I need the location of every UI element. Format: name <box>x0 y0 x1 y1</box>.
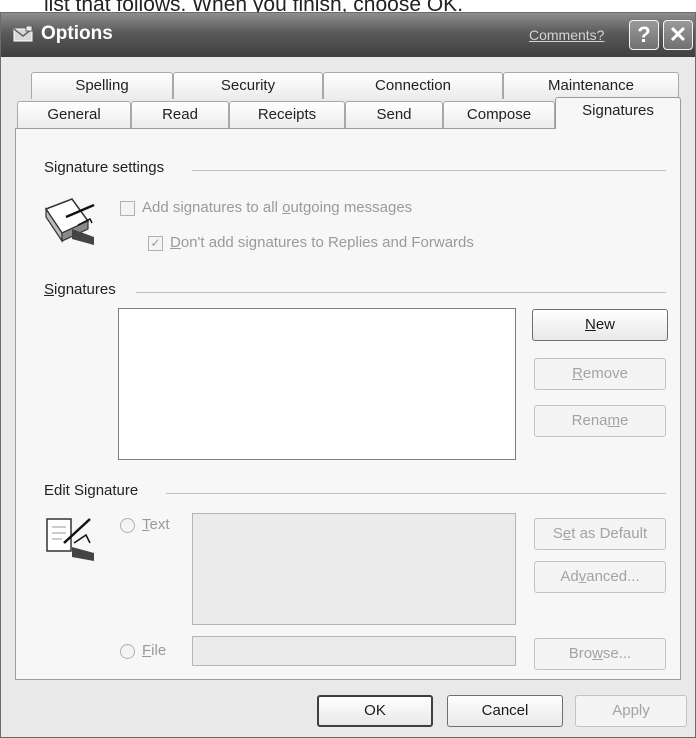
help-button[interactable]: ? <box>629 20 659 50</box>
label-part: ile <box>151 642 167 659</box>
accelerator-key: F <box>142 642 152 659</box>
button-label: Bro <box>568 645 593 662</box>
advanced-button[interactable]: Advanced... <box>534 561 666 593</box>
signatures-list[interactable] <box>118 308 516 460</box>
accelerator-key: T <box>142 516 150 533</box>
signatures-heading: Signatures <box>44 281 116 298</box>
tab-general[interactable]: General <box>17 101 131 128</box>
tab-label: Signatures <box>582 102 654 119</box>
ok-button[interactable]: OK <box>317 695 433 727</box>
set-as-default-button[interactable]: Set as Default <box>534 518 666 550</box>
tab-label: Read <box>162 106 198 123</box>
new-button[interactable]: New <box>532 309 668 341</box>
accelerator-key: N <box>584 316 596 333</box>
divider <box>136 292 666 293</box>
button-label: Ad <box>560 568 579 585</box>
button-label: anced... <box>586 568 640 585</box>
text-radio-label: Text <box>142 516 170 533</box>
tab-label: Receipts <box>257 106 317 123</box>
window-title: Options <box>41 23 113 44</box>
rename-button[interactable]: Rename <box>534 405 666 437</box>
app-icon <box>13 26 33 42</box>
accelerator-key: R <box>572 365 583 382</box>
divider <box>192 170 666 171</box>
divider <box>166 493 666 494</box>
accelerator-key: D <box>170 234 181 251</box>
options-dialog: Options Comments? ? ✕ Spelling Security … <box>0 12 696 738</box>
add-signatures-checkbox[interactable] <box>120 201 135 216</box>
accelerator-key: e <box>562 525 572 542</box>
button-label: Apply <box>612 702 650 719</box>
close-icon: ✕ <box>668 22 688 47</box>
browse-button[interactable]: Browse... <box>534 638 666 670</box>
edit-signature-heading: Edit Signature <box>44 482 139 499</box>
close-button[interactable]: ✕ <box>663 20 693 50</box>
cancel-button[interactable]: Cancel <box>447 695 563 727</box>
edit-signature-icon <box>46 518 94 561</box>
label-part: ignatures <box>54 281 116 298</box>
tab-maintenance[interactable]: Maintenance <box>503 72 679 99</box>
signature-settings-icon <box>44 198 95 245</box>
tab-label: General <box>47 106 101 123</box>
tab-label: Spelling <box>75 77 129 94</box>
tab-spelling[interactable]: Spelling <box>31 72 173 99</box>
label-part: Add signatures to all <box>142 199 283 216</box>
text-radio[interactable] <box>120 518 135 533</box>
help-icon: ? <box>637 22 651 47</box>
label-part: on't add signatures to Replies and Forwa… <box>180 234 474 251</box>
accelerator-key: S <box>44 281 55 298</box>
button-label: ew <box>595 316 616 333</box>
button-label: Cancel <box>481 702 529 719</box>
tab-label: Security <box>220 77 276 94</box>
button-label: t as Default <box>571 525 648 542</box>
tab-read[interactable]: Read <box>131 101 229 128</box>
apply-button[interactable]: Apply <box>575 695 687 727</box>
accelerator-key: w <box>592 645 603 662</box>
tab-connection[interactable]: Connection <box>323 72 503 99</box>
tab-security[interactable]: Security <box>173 72 323 99</box>
signatures-panel: Signature settings Add signatures to all… <box>15 128 681 680</box>
tab-send[interactable]: Send <box>345 101 443 128</box>
button-label: emove <box>582 365 628 382</box>
file-radio-label: File <box>142 642 166 659</box>
label-part: utgoing messages <box>290 199 413 216</box>
button-label: se... <box>602 645 632 662</box>
label-part: ext <box>149 516 170 533</box>
button-label: OK <box>364 702 386 719</box>
button-label: S <box>552 525 563 542</box>
button-label: e <box>620 412 629 429</box>
signature-text-area[interactable] <box>192 513 516 625</box>
tab-signatures[interactable]: Signatures <box>555 97 681 129</box>
check-icon: ✓ <box>150 236 161 250</box>
tab-receipts[interactable]: Receipts <box>229 101 345 128</box>
tab-label: Connection <box>375 77 451 94</box>
comments-link[interactable]: Comments? <box>529 27 604 43</box>
tab-label: Maintenance <box>548 77 634 94</box>
title-bar: Options Comments? ? ✕ <box>1 13 695 57</box>
file-radio[interactable] <box>120 644 135 659</box>
dont-add-replies-label: Don't add signatures to Replies and Forw… <box>170 234 474 251</box>
remove-button[interactable]: Remove <box>534 358 666 390</box>
tab-compose[interactable]: Compose <box>443 101 555 128</box>
signature-file-input[interactable] <box>192 636 516 666</box>
signature-settings-heading: Signature settings <box>44 159 165 176</box>
add-signatures-label: Add signatures to all outgoing messages <box>142 199 412 216</box>
tab-label: Compose <box>466 106 532 123</box>
accelerator-key: m <box>607 412 621 429</box>
button-label: Rena <box>571 412 608 429</box>
tab-label: Send <box>376 106 412 123</box>
dont-add-replies-checkbox[interactable]: ✓ <box>148 236 163 251</box>
